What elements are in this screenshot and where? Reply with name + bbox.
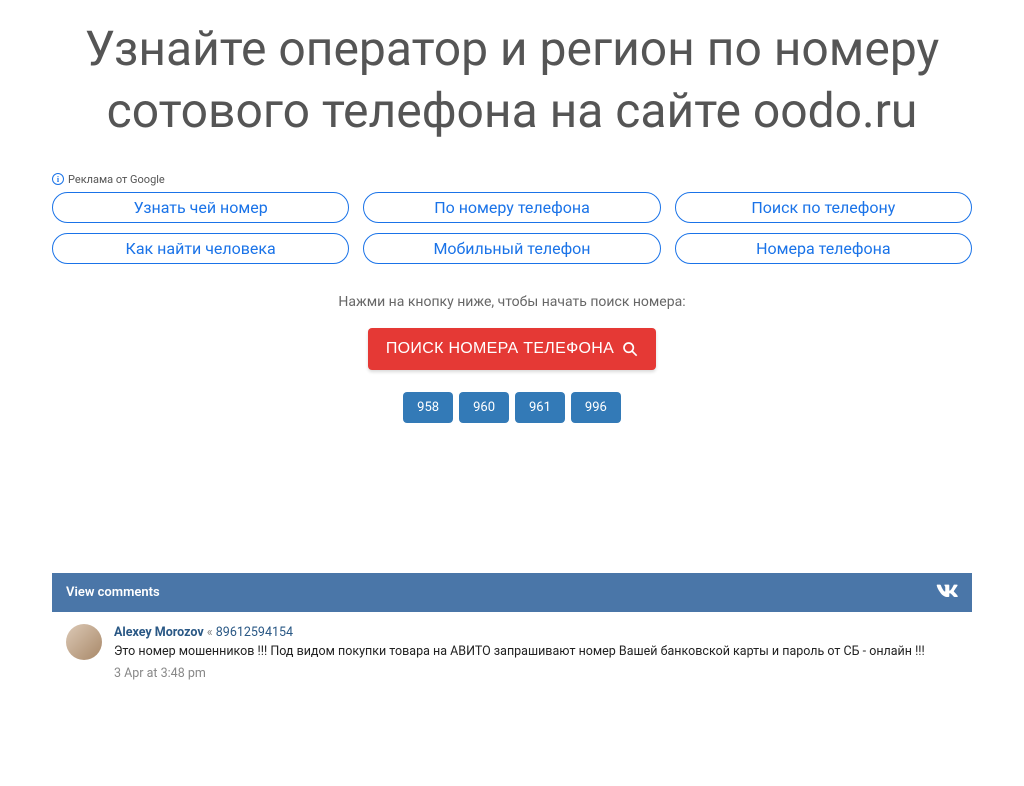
ad-link-3[interactable]: Как найти человека	[52, 233, 349, 264]
page-title: Узнайте оператор и регион по номеру сото…	[52, 18, 972, 143]
comments-header-label: View comments	[66, 585, 160, 600]
phone-codes-row: 958 960 961 996	[52, 392, 972, 423]
comments-header[interactable]: View comments	[52, 573, 972, 612]
ad-link-0[interactable]: Узнать чей номер	[52, 192, 349, 223]
ad-link-1[interactable]: По номеру телефона	[363, 192, 660, 223]
code-chip-2[interactable]: 961	[515, 392, 565, 423]
comment-separator: «	[207, 625, 213, 640]
vk-logo-icon	[936, 583, 958, 602]
ad-link-4[interactable]: Мобильный телефон	[363, 233, 660, 264]
avatar[interactable]	[66, 624, 102, 660]
code-chip-3[interactable]: 996	[571, 392, 621, 423]
search-button-label: ПОИСК НОМЕРА ТЕЛЕФОНА	[386, 340, 614, 358]
search-phone-button[interactable]: ПОИСК НОМЕРА ТЕЛЕФОНА	[368, 328, 656, 370]
code-chip-1[interactable]: 960	[459, 392, 509, 423]
search-prompt: Нажми на кнопку ниже, чтобы начать поиск…	[52, 294, 972, 310]
comment-date: 3 Apr at 3:48 pm	[114, 665, 925, 683]
ad-link-5[interactable]: Номера телефона	[675, 233, 972, 264]
comment-phone-link[interactable]: 89612594154	[216, 625, 293, 640]
ad-link-2[interactable]: Поиск по телефону	[675, 192, 972, 223]
comment-author[interactable]: Alexey Morozov	[114, 625, 204, 640]
comment-item: Alexey Morozov « 89612594154 Это номер м…	[52, 612, 972, 695]
search-icon	[622, 341, 638, 357]
comment-text: Это номер мошенников !!! Под видом покуп…	[114, 643, 925, 661]
ads-grid: Узнать чей номер По номеру телефона Поис…	[52, 192, 972, 264]
code-chip-0[interactable]: 958	[403, 392, 453, 423]
info-icon: i	[52, 173, 64, 185]
ads-by-google-label: i Реклама от Google	[52, 173, 972, 186]
ads-label-text: Реклама от Google	[68, 173, 165, 186]
